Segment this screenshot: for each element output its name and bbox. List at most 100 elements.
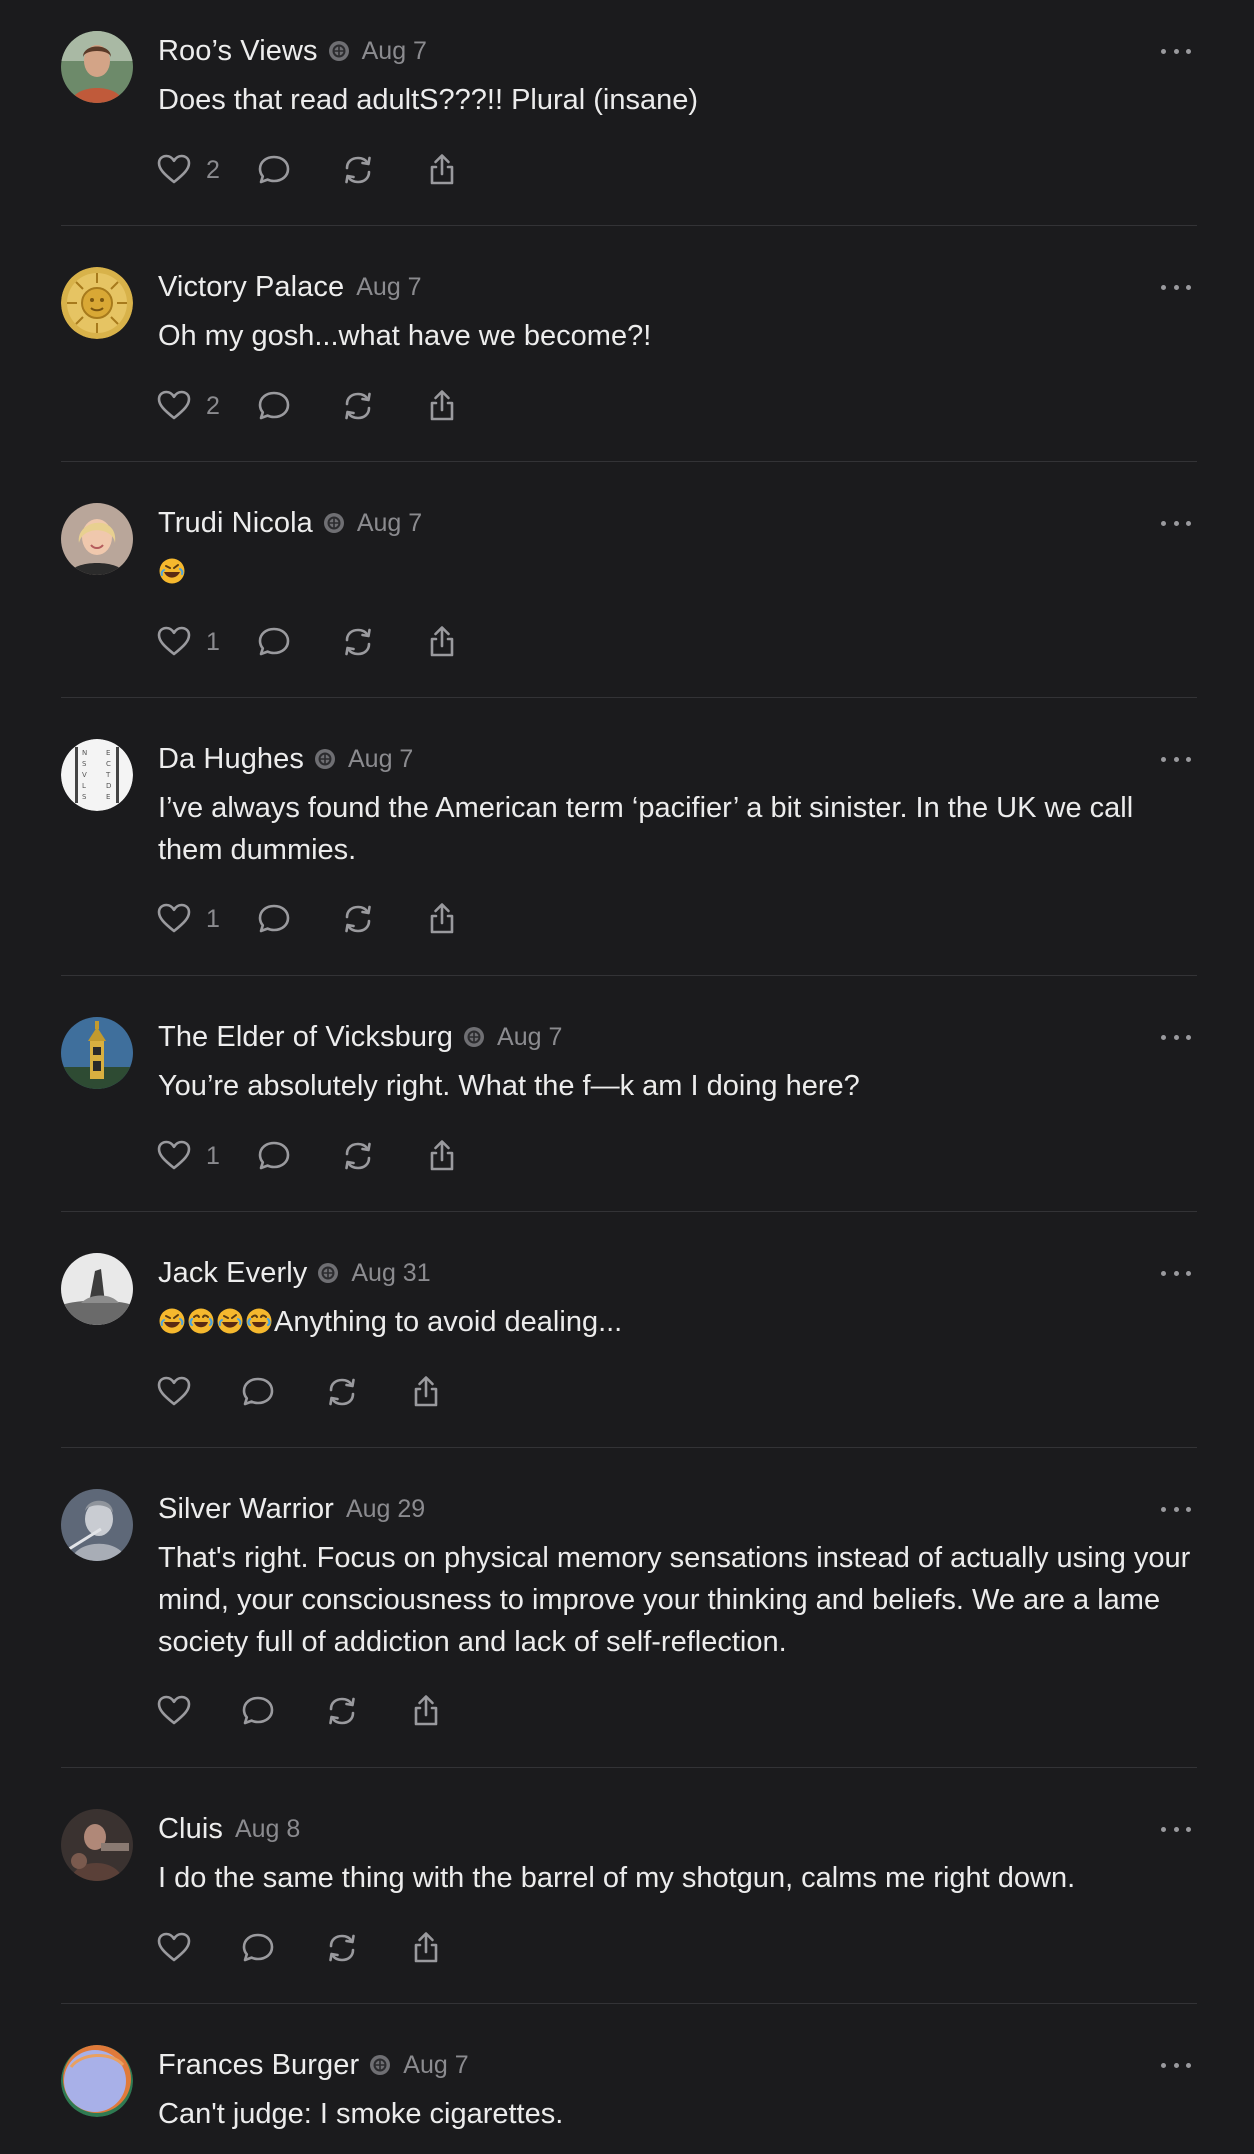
reply-button[interactable] — [256, 388, 292, 424]
repost-icon — [340, 624, 376, 660]
timestamp[interactable]: Aug 7 — [357, 509, 422, 538]
like-count: 2 — [206, 391, 220, 420]
author-name[interactable]: Da Hughes — [158, 743, 304, 776]
rofl-emoji-icon — [158, 1307, 186, 1335]
more-options-icon[interactable] — [1161, 277, 1191, 297]
joy-emoji-icon — [245, 1307, 273, 1335]
timestamp[interactable]: Aug 7 — [362, 37, 427, 66]
comment-text: I’ve always found the American term ‘pac… — [158, 792, 1134, 866]
comment-text: Can't judge: I smoke cigarettes. — [158, 2098, 564, 2130]
svg-text:L: L — [82, 782, 86, 790]
avatar[interactable]: NSVLS ECTDE — [61, 739, 133, 811]
reply-button[interactable] — [240, 1374, 276, 1410]
more-options-icon[interactable] — [1161, 1263, 1191, 1283]
timestamp[interactable]: Aug 7 — [356, 273, 421, 302]
share-icon — [408, 1374, 444, 1410]
comment-item: Cluis Aug 8 I do the same thing with the… — [61, 1768, 1197, 2004]
like-button[interactable]: 1 — [156, 1138, 220, 1174]
author-name[interactable]: Roo’s Views — [158, 35, 318, 68]
svg-text:D: D — [106, 782, 111, 790]
like-button[interactable]: 2 — [156, 388, 220, 424]
heart-icon — [156, 624, 192, 660]
timestamp[interactable]: Aug 7 — [497, 1023, 562, 1052]
like-count: 1 — [206, 627, 220, 656]
share-button[interactable] — [424, 624, 460, 660]
svg-text:E: E — [106, 793, 110, 801]
reply-button[interactable] — [240, 1693, 276, 1729]
author-name[interactable]: Trudi Nicola — [158, 507, 313, 540]
like-button[interactable]: 1 — [156, 624, 220, 660]
share-icon — [424, 152, 460, 188]
reply-button[interactable] — [240, 1930, 276, 1966]
repost-button[interactable] — [324, 1374, 360, 1410]
author-name[interactable]: Silver Warrior — [158, 1493, 334, 1526]
avatar[interactable] — [61, 503, 133, 575]
comment-text: Does that read adultS???!! Plural (insan… — [158, 84, 699, 116]
repost-icon — [324, 1693, 360, 1729]
more-options-icon[interactable] — [1161, 1819, 1191, 1839]
reply-button[interactable] — [256, 901, 292, 937]
author-name[interactable]: Victory Palace — [158, 271, 344, 304]
timestamp[interactable]: Aug 7 — [403, 2051, 468, 2080]
timestamp[interactable]: Aug 8 — [235, 1815, 300, 1844]
like-button[interactable]: 2 — [156, 152, 220, 188]
like-count: 2 — [206, 155, 220, 184]
timestamp[interactable]: Aug 7 — [348, 745, 413, 774]
share-icon — [408, 1693, 444, 1729]
avatar[interactable] — [61, 1253, 133, 1325]
reply-button[interactable] — [256, 152, 292, 188]
repost-icon — [324, 1930, 360, 1966]
comment-text: You’re absolutely right. What the f—k am… — [158, 1070, 860, 1102]
like-count: 1 — [206, 1141, 220, 1170]
more-options-icon[interactable] — [1161, 749, 1191, 769]
repost-icon — [340, 1138, 376, 1174]
repost-button[interactable] — [324, 1693, 360, 1729]
heart-icon — [156, 1693, 192, 1729]
like-button[interactable] — [156, 1374, 192, 1410]
comment-item: Jack Everly Aug 31 Anything to avoid dea… — [61, 1212, 1197, 1448]
share-icon — [424, 1138, 460, 1174]
repost-button[interactable] — [340, 152, 376, 188]
avatar[interactable] — [61, 267, 133, 339]
avatar[interactable] — [61, 1017, 133, 1089]
repost-button[interactable] — [340, 624, 376, 660]
avatar[interactable] — [61, 2045, 133, 2117]
share-button[interactable] — [408, 1693, 444, 1729]
comment-item: Silver Warrior Aug 29 That's right. Focu… — [61, 1448, 1197, 1768]
share-button[interactable] — [424, 901, 460, 937]
share-button[interactable] — [408, 1930, 444, 1966]
share-icon — [408, 1930, 444, 1966]
more-options-icon[interactable] — [1161, 513, 1191, 533]
more-options-icon[interactable] — [1161, 1027, 1191, 1047]
author-name[interactable]: Jack Everly — [158, 1257, 307, 1290]
more-options-icon[interactable] — [1161, 41, 1191, 61]
verified-badge-icon — [314, 748, 336, 770]
like-button[interactable]: 1 — [156, 901, 220, 937]
share-button[interactable] — [424, 388, 460, 424]
share-button[interactable] — [424, 1138, 460, 1174]
like-button[interactable] — [156, 1930, 192, 1966]
heart-icon — [156, 1374, 192, 1410]
speech-bubble-icon — [256, 624, 292, 660]
share-button[interactable] — [424, 152, 460, 188]
timestamp[interactable]: Aug 29 — [346, 1495, 425, 1524]
avatar[interactable] — [61, 1809, 133, 1881]
comment-item: Roo’s Views Aug 7 Does that read adultS?… — [61, 0, 1197, 226]
repost-button[interactable] — [324, 1930, 360, 1966]
author-name[interactable]: Frances Burger — [158, 2049, 359, 2082]
author-name[interactable]: The Elder of Vicksburg — [158, 1021, 453, 1054]
more-options-icon[interactable] — [1161, 1499, 1191, 1519]
author-name[interactable]: Cluis — [158, 1813, 223, 1846]
like-button[interactable] — [156, 1693, 192, 1729]
timestamp[interactable]: Aug 31 — [351, 1259, 430, 1288]
share-button[interactable] — [408, 1374, 444, 1410]
repost-button[interactable] — [340, 1138, 376, 1174]
avatar[interactable] — [61, 31, 133, 103]
reply-button[interactable] — [256, 624, 292, 660]
avatar[interactable] — [61, 1489, 133, 1561]
reply-button[interactable] — [256, 1138, 292, 1174]
more-options-icon[interactable] — [1161, 2055, 1191, 2075]
repost-button[interactable] — [340, 388, 376, 424]
comment-text-body: Anything to avoid dealing... — [274, 1306, 623, 1338]
repost-button[interactable] — [340, 901, 376, 937]
